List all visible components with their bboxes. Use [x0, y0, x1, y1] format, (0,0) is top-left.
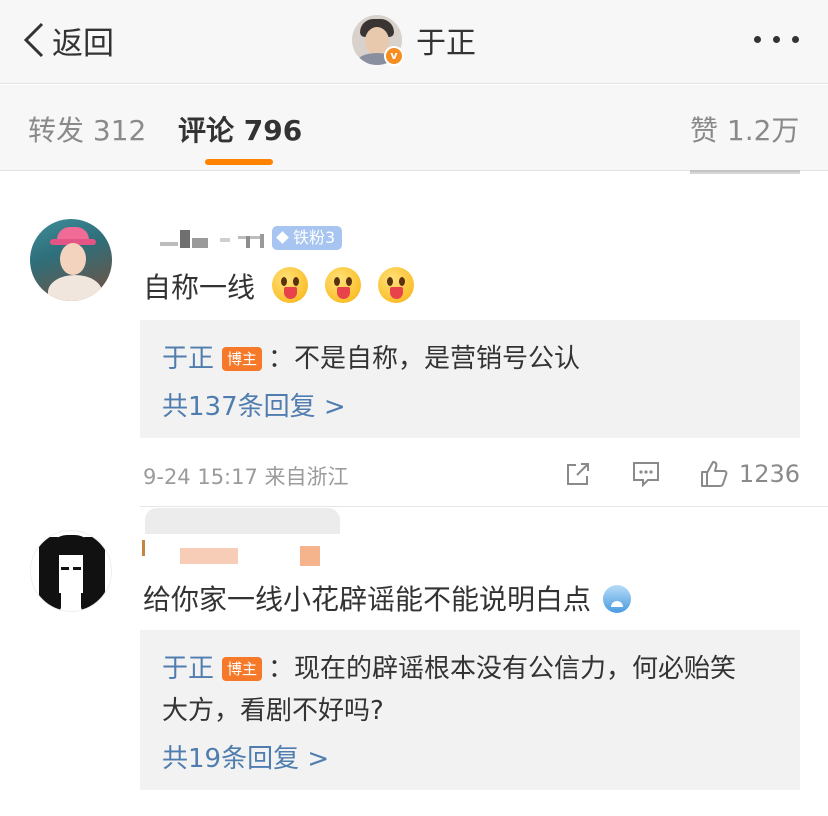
back-label: 返回	[52, 25, 114, 62]
more-options-icon[interactable]	[754, 28, 800, 50]
like-count: 1236	[738, 460, 800, 488]
tab-bar: 转发 312 评论 796 赞 1.2万	[0, 85, 828, 171]
diamond-icon	[276, 231, 289, 244]
blogger-badge: 博主	[222, 657, 263, 681]
reply-preview[interactable]: 于正 博主 ：不是自称，是营销号公认 共137条回复 >	[140, 320, 800, 438]
tab-reposts[interactable]: 转发 312	[28, 109, 146, 149]
avatar[interactable]	[30, 530, 112, 612]
divider	[140, 506, 828, 507]
fan-level-badge[interactable]: 铁粉3	[272, 226, 343, 250]
reply-text: 于正 博主 ：不是自称，是营销号公认	[162, 344, 581, 374]
view-replies-link[interactable]: 共137条回复 >	[162, 386, 346, 423]
reply-preview[interactable]: 于正 博主 ：现在的辟谣根本没有公信力，何必贻笑 大方，看剧不好吗? 共19条回复 …	[140, 630, 800, 790]
reply-text: 于正 博主 ：现在的辟谣根本没有公信力，何必贻笑	[162, 654, 737, 684]
top-nav-bar: 返回 于正 v	[0, 0, 828, 84]
username-redacted[interactable]	[160, 226, 272, 250]
reply-author-link[interactable]: 于正	[162, 654, 214, 684]
scroll-overlay	[145, 508, 340, 534]
chevron-left-icon	[23, 22, 44, 58]
share-icon[interactable]	[563, 459, 593, 489]
comment-text: 给你家一线小花辟谣能不能说明白点	[143, 578, 635, 618]
tongue-out-emoji-icon	[271, 267, 308, 303]
avatar[interactable]	[30, 219, 112, 301]
partially-hidden-text	[690, 168, 800, 178]
weary-emoji-icon	[599, 579, 635, 615]
blogger-badge: 博主	[222, 347, 263, 371]
tongue-out-emoji-icon	[377, 267, 414, 303]
comment-actions: 1236	[563, 454, 800, 494]
back-button[interactable]: 返回	[22, 18, 114, 62]
tab-comments[interactable]: 评论 796	[178, 109, 302, 149]
post-author[interactable]: 于正	[352, 14, 476, 66]
comment-meta: 9-24 15:17 来自浙江	[143, 465, 349, 489]
verified-badge-icon: v	[384, 46, 404, 66]
active-tab-indicator	[205, 159, 273, 165]
comment-text: 自称一线	[143, 266, 414, 306]
reply-text-continued: 大方，看剧不好吗?	[162, 696, 384, 726]
tab-likes[interactable]: 赞 1.2万	[690, 109, 799, 149]
view-replies-link[interactable]: 共19条回复 >	[162, 738, 329, 775]
comment-icon[interactable]	[631, 459, 661, 489]
reply-author-link[interactable]: 于正	[162, 344, 214, 374]
author-name[interactable]: 于正	[416, 18, 476, 62]
username-redacted[interactable]	[142, 538, 322, 566]
like-thumb-icon[interactable]	[699, 459, 729, 489]
tongue-out-emoji-icon	[324, 267, 361, 303]
